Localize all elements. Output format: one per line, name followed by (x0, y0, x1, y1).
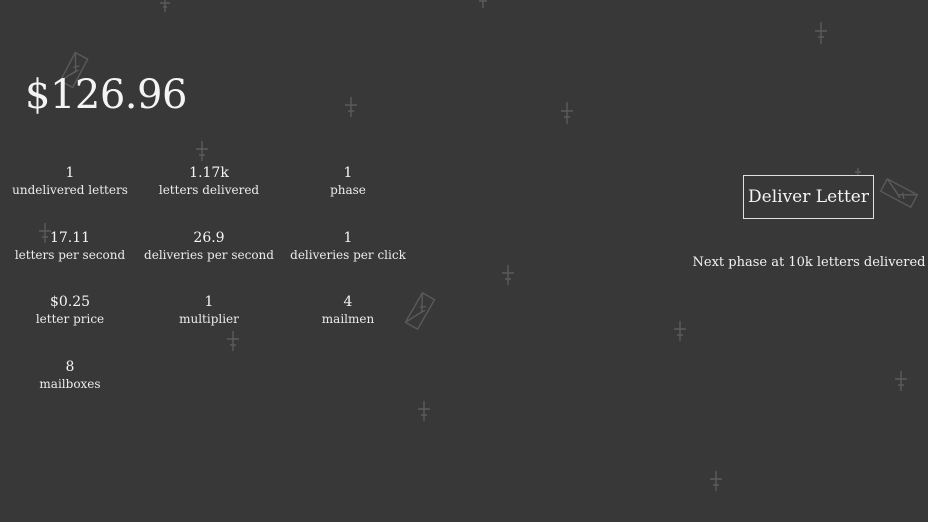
dagger-sparkle-icon (196, 141, 208, 161)
stat-letters-per-second: 17.11 letters per second (0, 231, 145, 261)
stat-value: $0.25 (49, 294, 91, 310)
stat-label: mailboxes (39, 377, 101, 391)
stat-multiplier: 1 multiplier (134, 295, 284, 325)
money-display: $126.96 (25, 72, 187, 118)
dagger-sparkle-icon (710, 471, 722, 491)
falling-letter-icon (879, 177, 919, 209)
deliver-letter-button[interactable]: Deliver Letter (743, 175, 874, 219)
stat-letter-price: $0.25 letter price (0, 295, 145, 325)
dagger-sparkle-icon (227, 331, 239, 351)
stat-deliveries-per-second: 26.9 deliveries per second (134, 231, 284, 261)
dagger-sparkle-icon (479, 0, 487, 8)
dagger-sparkle-icon (502, 265, 514, 285)
next-phase-text: Next phase at 10k letters delivered (692, 255, 926, 270)
stat-value: 26.9 (193, 230, 225, 246)
stat-label: mailmen (321, 312, 375, 326)
stat-mailboxes: 8 mailboxes (0, 360, 145, 390)
stat-value: 1.17k (189, 165, 229, 181)
game-screen: $126.96 1 undelivered letters 1.17k lett… (0, 0, 928, 522)
stat-value: 1 (343, 165, 353, 181)
stat-label: multiplier (179, 312, 239, 326)
dagger-sparkle-icon (345, 97, 357, 117)
stat-value: 1 (343, 230, 353, 246)
stat-phase: 1 phase (273, 166, 423, 196)
stat-label: deliveries per second (144, 248, 274, 262)
dagger-sparkle-icon (561, 102, 573, 124)
dagger-sparkle-icon (895, 371, 907, 391)
stat-label: letters per second (14, 248, 126, 262)
stat-label: undelivered letters (12, 183, 128, 197)
stat-value: 4 (343, 294, 353, 310)
stat-mailmen: 4 mailmen (273, 295, 423, 325)
stat-value: 8 (65, 359, 75, 375)
stat-value: 1 (65, 165, 75, 181)
dagger-sparkle-icon (815, 22, 827, 44)
stat-undelivered-letters: 1 undelivered letters (0, 166, 145, 196)
stat-label: letters delivered (158, 183, 260, 197)
stat-letters-delivered: 1.17k letters delivered (134, 166, 284, 196)
dagger-sparkle-icon (418, 401, 430, 421)
stat-label: phase (330, 183, 366, 197)
stat-value: 1 (204, 294, 214, 310)
stat-label: letter price (35, 312, 105, 326)
stat-label: deliveries per click (290, 248, 406, 262)
dagger-sparkle-icon (674, 321, 686, 341)
stat-value: 17.11 (49, 230, 91, 246)
dagger-sparkle-icon (160, 0, 170, 12)
stat-deliveries-per-click: 1 deliveries per click (273, 231, 423, 261)
